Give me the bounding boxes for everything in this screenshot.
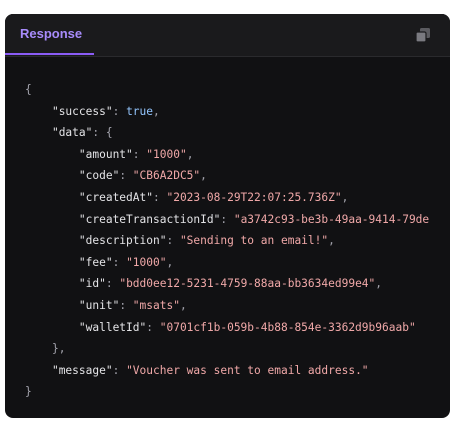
json-value-id: "bdd0ee12-5231-4759-88aa-bb3634ed99e4" xyxy=(119,277,376,291)
json-value-fee: "1000" xyxy=(126,255,167,269)
json-key-success: "success" xyxy=(51,104,113,118)
json-close-brace: } xyxy=(25,385,32,399)
json-key-id: "id" xyxy=(78,277,106,291)
json-key-createdat: "createdAt" xyxy=(78,190,153,204)
json-value-description: "Sending to an email!" xyxy=(179,234,329,248)
json-data-close: }, xyxy=(51,342,66,356)
json-value-message: "Voucher was sent to email address." xyxy=(126,363,369,377)
json-value-walletid: "0701cf1b-059b-4b88-854e-3362d9b96aab" xyxy=(159,320,416,334)
json-key-code: "code" xyxy=(78,169,120,183)
json-value-code: "CB6A2DC5" xyxy=(132,169,201,183)
json-key-description: "description" xyxy=(78,234,167,248)
copy-icon[interactable] xyxy=(414,26,432,44)
json-key-walletid: "walletId" xyxy=(78,320,147,334)
json-data-open: { xyxy=(105,126,113,140)
json-code-block: { "success": true, "data": { "amount": "… xyxy=(25,83,430,399)
json-key-message: "message" xyxy=(51,363,113,377)
json-key-data: "data" xyxy=(51,126,93,140)
json-value-createtransactionid: "a3742c93-be3b-49aa-9414-79de xyxy=(233,212,430,226)
json-value-success: true xyxy=(126,104,154,118)
json-key-unit: "unit" xyxy=(78,298,120,312)
response-header: Response xyxy=(5,14,450,57)
json-value-amount: "1000" xyxy=(146,147,187,161)
json-key-amount: "amount" xyxy=(78,147,133,161)
response-panel: Response { "success": true, "data": { "a… xyxy=(5,14,450,418)
json-value-unit: "msats" xyxy=(132,298,180,312)
json-value-createdat: "2023-08-29T22:07:25.736Z" xyxy=(166,190,342,204)
json-key-fee: "fee" xyxy=(78,255,113,269)
json-key-createtransactionid: "createTransactionId" xyxy=(78,212,221,226)
tab-response[interactable]: Response xyxy=(5,14,94,55)
json-open-brace: { xyxy=(25,83,32,96)
